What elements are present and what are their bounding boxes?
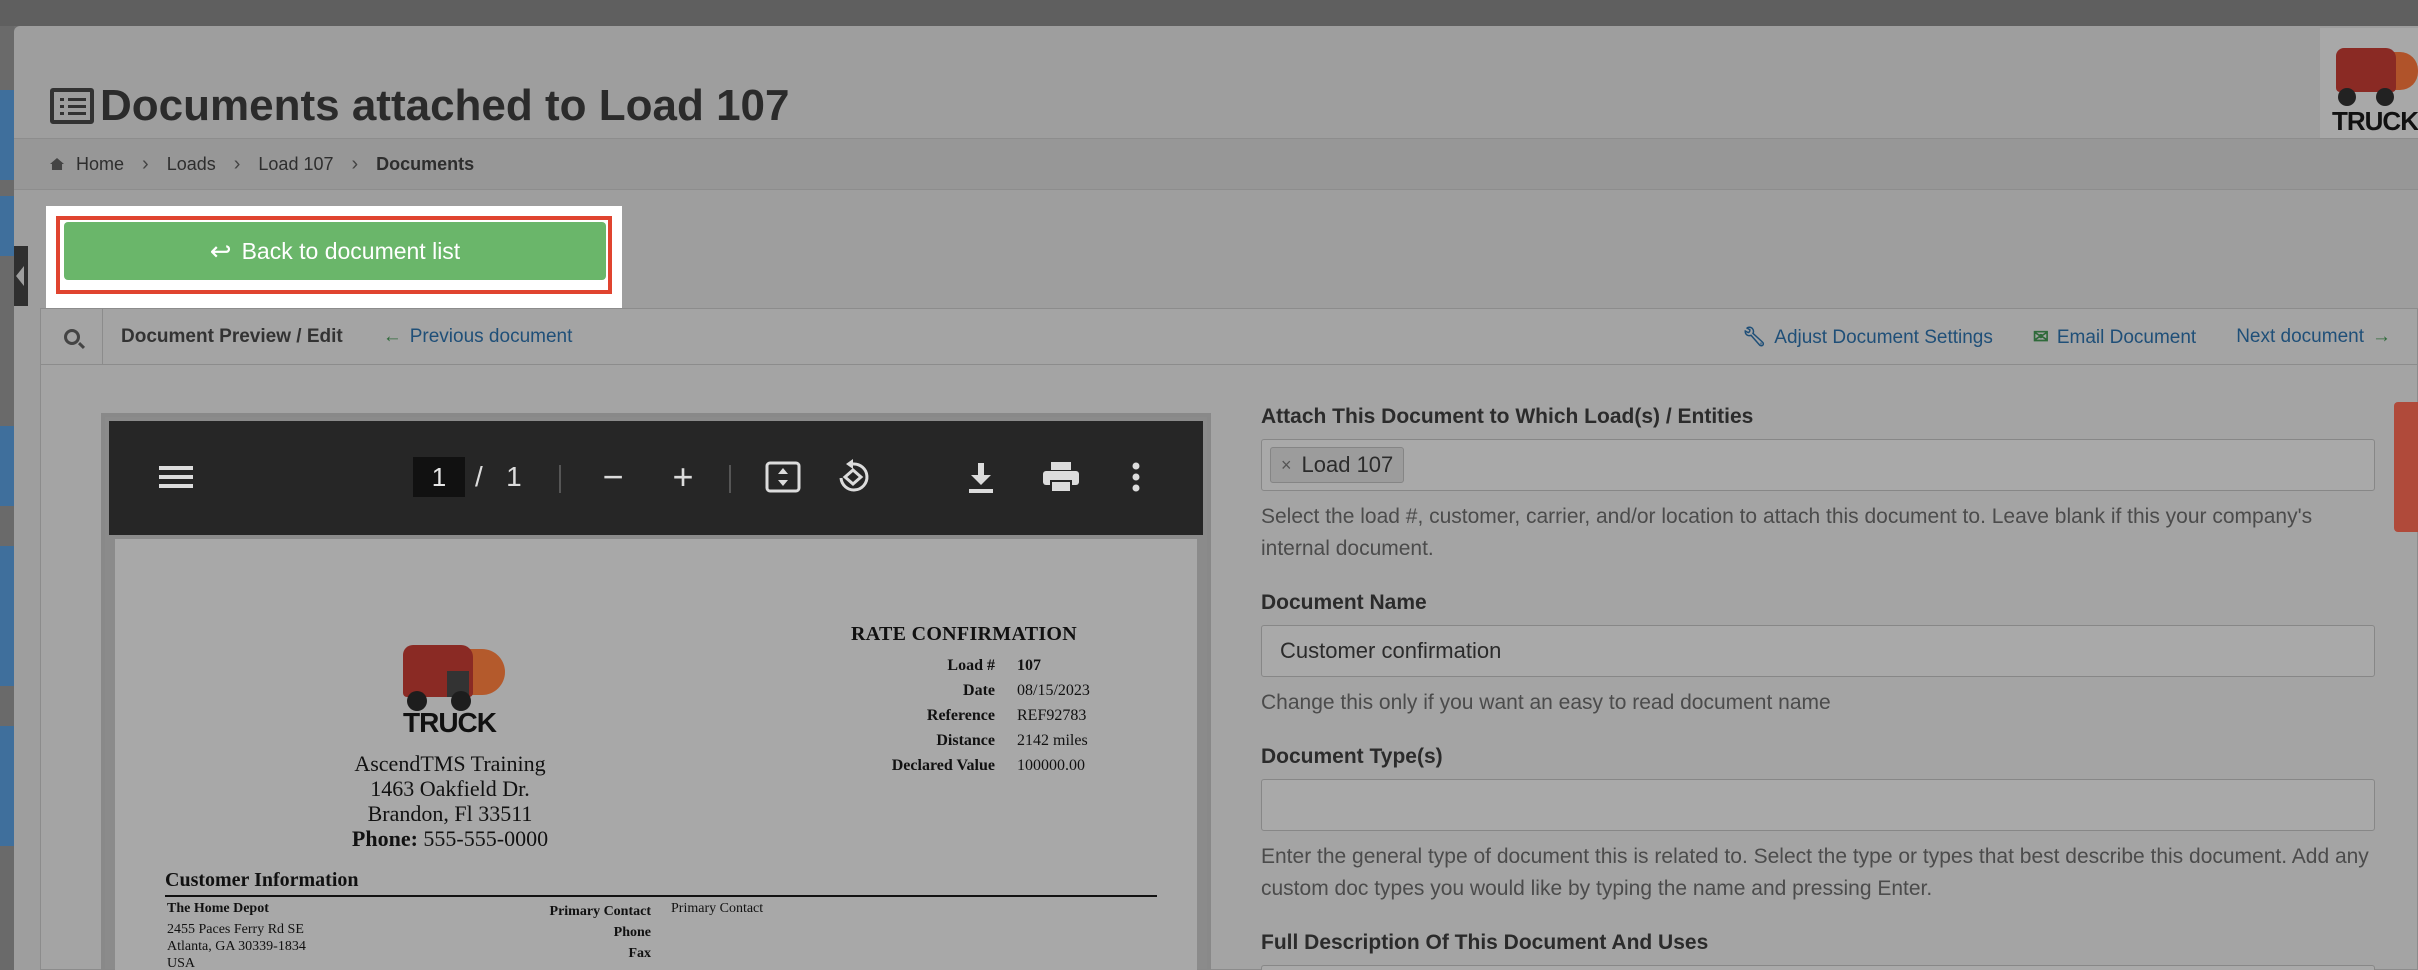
customer-address: 2455 Paces Ferry Rd SE Atlanta, GA 30339… <box>167 922 306 970</box>
more-options-icon[interactable] <box>1121 457 1151 497</box>
wrench-icon: 🔧︎ <box>1742 327 1767 348</box>
search-button[interactable] <box>41 308 103 365</box>
attach-entities-input[interactable]: × Load 107 <box>1261 439 2375 491</box>
search-icon <box>63 328 80 345</box>
description-label: Full Description Of This Document And Us… <box>1261 931 1709 954</box>
card-title: Document Preview / Edit <box>121 325 343 347</box>
primary-contact-value: Primary Contact <box>671 901 764 916</box>
document-name-help: Change this only if you want an easy to … <box>1261 691 1831 714</box>
document-form: Attach This Document to Which Load(s) / … <box>1261 405 2375 970</box>
collapse-tab[interactable] <box>14 246 28 306</box>
next-document-link[interactable]: Next document → <box>2236 326 2391 348</box>
breadcrumb-current: Documents <box>376 153 475 174</box>
fit-page-icon[interactable] <box>763 457 803 497</box>
company-logo: TRUCK <box>2320 28 2418 138</box>
list-icon <box>50 88 94 124</box>
zoom-in-icon[interactable]: + <box>663 456 703 497</box>
previous-document-link[interactable]: ← Previous document <box>383 326 573 348</box>
document-name-input[interactable]: Customer confirmation <box>1261 625 2375 677</box>
page-header: Documents attached to Load 107 <box>50 66 789 146</box>
page-total: / 1 <box>475 461 522 492</box>
description-input[interactable] <box>1261 965 2375 970</box>
rate-confirmation-values: 107 08/15/2023 REF92783 2142 miles 10000… <box>1017 657 1090 774</box>
load-tag[interactable]: × Load 107 <box>1270 447 1405 483</box>
divider <box>165 895 1157 897</box>
remove-tag-icon[interactable]: × <box>1281 455 1292 476</box>
breadcrumb-home[interactable]: Home <box>76 154 124 175</box>
attach-help: Select the load #, customer, carrier, an… <box>1261 505 2313 560</box>
chevron-right-icon: › <box>233 152 241 175</box>
top-nav-bar <box>0 0 2418 26</box>
envelope-icon: ✉ <box>2032 326 2049 348</box>
rate-confirmation-title: RATE CONFIRMATION <box>851 623 1078 645</box>
breadcrumb-loads[interactable]: Loads <box>167 154 216 175</box>
pdf-page: TRUCK AscendTMS Training 1463 Oakfield D… <box>115 539 1197 970</box>
back-button-label: Back to document list <box>241 237 461 264</box>
document-name-label: Document Name <box>1261 591 1427 614</box>
back-button-highlight: ↩ Back to document list <box>46 206 622 320</box>
pdf-toolbar: 1 / 1 − + <box>109 421 1203 535</box>
customer-info-heading: Customer Information <box>165 869 359 891</box>
email-document-link[interactable]: ✉ Email Document <box>2033 326 2196 349</box>
document-preview-card: Document Preview / Edit ← Previous docume… <box>40 308 2418 970</box>
adjust-document-settings-link[interactable]: 🔧︎ Adjust Document Settings <box>1742 325 1993 349</box>
arrow-left-icon: ← <box>382 325 402 347</box>
breadcrumb: Home › Loads › Load 107 › Documents <box>14 138 2418 190</box>
home-icon <box>50 158 64 170</box>
company-info: AscendTMS Training 1463 Oakfield Dr. Bra… <box>351 751 549 851</box>
rate-confirmation-labels: Load # Date Reference Distance Declared … <box>891 657 995 774</box>
zoom-out-icon[interactable]: − <box>593 456 633 497</box>
page-title: Documents attached to Load 107 <box>100 81 790 130</box>
truck-logo: TRUCK <box>393 631 515 738</box>
reply-arrow-icon: ↩ <box>209 235 232 266</box>
customer-name: The Home Depot <box>167 901 269 916</box>
download-icon[interactable] <box>961 457 1001 497</box>
background-sidebar <box>0 26 14 970</box>
help-tab[interactable] <box>2394 402 2418 532</box>
documents-panel: Documents attached to Load 107 TRUCK Hom… <box>14 26 2418 970</box>
back-to-document-list-button[interactable]: ↩ Back to document list <box>64 222 606 280</box>
arrow-right-icon: → <box>2372 326 2391 347</box>
document-type-input[interactable] <box>1261 779 2375 831</box>
page-number-input[interactable]: 1 <box>413 457 465 497</box>
chevron-right-icon: › <box>142 152 149 175</box>
card-header: Document Preview / Edit ← Previous docume… <box>41 308 2417 365</box>
print-icon[interactable] <box>1039 457 1083 497</box>
attach-label: Attach This Document to Which Load(s) / … <box>1261 405 1754 428</box>
contact-labels: Primary Contact Phone Fax <box>549 904 651 961</box>
pdf-viewer: 1 / 1 − + TRUCK AscendTMS Training 1463 … <box>101 413 1211 970</box>
rotate-icon[interactable] <box>833 457 873 497</box>
chevron-right-icon: › <box>351 152 359 175</box>
breadcrumb-load[interactable]: Load 107 <box>258 154 333 175</box>
document-type-help: Enter the general type of document this … <box>1261 845 2369 900</box>
menu-icon[interactable] <box>159 457 193 497</box>
document-type-label: Document Type(s) <box>1261 745 1443 768</box>
